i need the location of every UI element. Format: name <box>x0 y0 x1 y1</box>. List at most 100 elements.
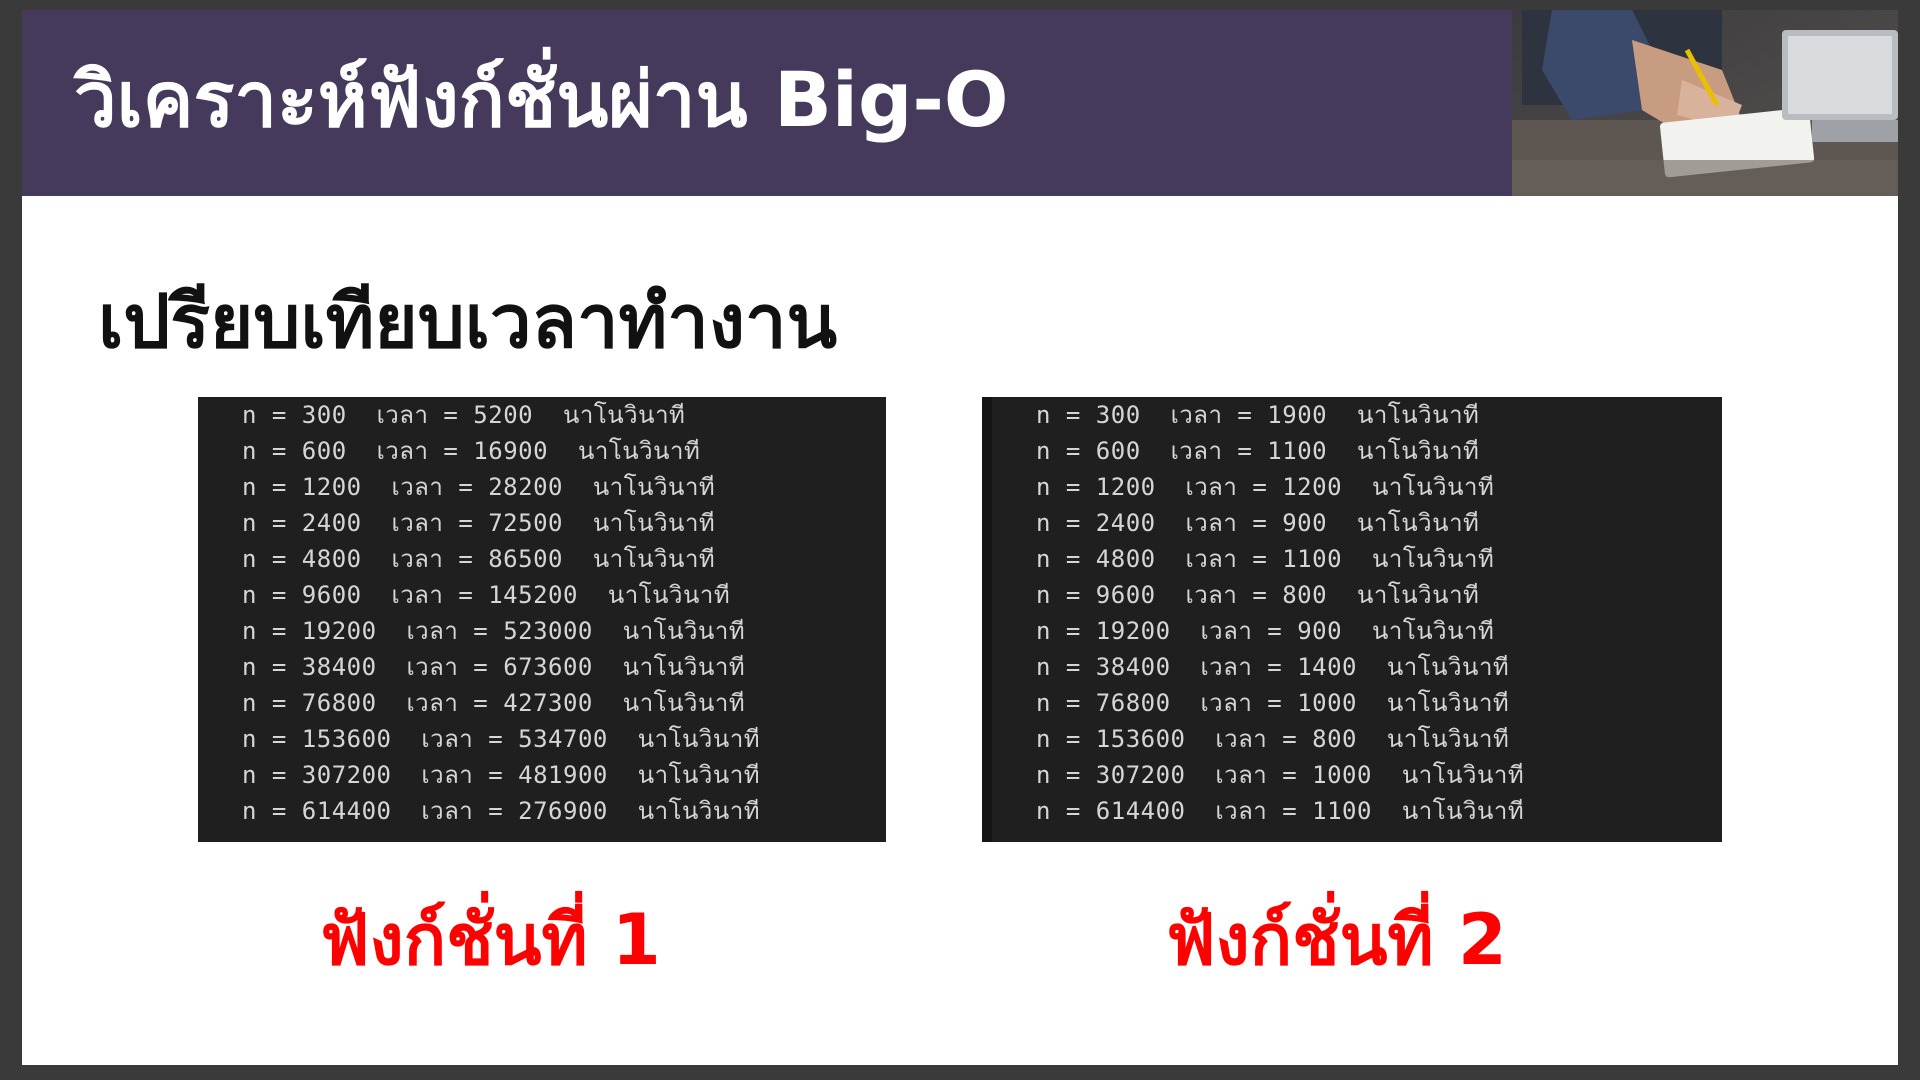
time-label: เวลา <box>376 401 429 429</box>
time-label: เวลา <box>1170 401 1223 429</box>
time-value: 1100 <box>1312 797 1372 825</box>
n-prefix: n = <box>1036 725 1096 753</box>
time-value: 1400 <box>1297 653 1357 681</box>
time-label: เวลา <box>1200 689 1253 717</box>
console-line: n = 614400 เวลา = 276900 นาโนวินาที <box>242 797 761 825</box>
n-value: 4800 <box>1095 545 1156 573</box>
n-value: 307200 <box>1095 761 1186 789</box>
console-line: n = 9600 เวลา = 800 นาโนวินาที <box>1036 581 1480 609</box>
n-value: 76800 <box>1095 689 1171 717</box>
n-prefix: n = <box>1036 581 1096 609</box>
time-unit: นาโนวินาที <box>1357 509 1480 537</box>
n-value: 76800 <box>301 689 377 717</box>
time-value: 900 <box>1297 617 1343 645</box>
time-value: 1100 <box>1282 545 1343 573</box>
time-unit: นาโนวินาที <box>592 473 716 501</box>
console-line: n = 600 เวลา = 16900 นาโนวินาที <box>242 437 701 465</box>
n-prefix: n = <box>242 437 302 465</box>
n-prefix: n = <box>242 617 302 645</box>
time-value: 86500 <box>488 545 563 573</box>
time-unit: นาโนวินาที <box>577 437 701 465</box>
n-prefix: n = <box>1036 797 1096 825</box>
time-value: 72500 <box>488 509 563 537</box>
time-value: 1000 <box>1312 761 1372 789</box>
time-unit: นาโนวินาที <box>1371 617 1495 645</box>
time-label: เวลา <box>406 689 459 717</box>
n-prefix: n = <box>242 509 302 537</box>
console-line: n = 4800 เวลา = 86500 นาโนวินาที <box>242 545 716 573</box>
n-value: 38400 <box>301 653 377 681</box>
time-unit: นาโนวินาที <box>592 509 716 537</box>
console-lines: n = 300 เวลา = 1900 นาโนวินาที n = 600 เว… <box>1036 397 1524 829</box>
n-value: 19200 <box>301 617 377 645</box>
time-unit: นาโนวินาที <box>1357 581 1480 609</box>
time-value: 800 <box>1312 725 1357 753</box>
console-line: n = 307200 เวลา = 481900 นาโนวินาที <box>242 761 761 789</box>
slide-subtitle: เปรียบเทียบเวลาทำงาน <box>98 279 838 365</box>
console-line: n = 19200 เวลา = 900 นาโนวินาที <box>1036 617 1495 645</box>
time-unit: นาโนวินาที <box>637 725 761 753</box>
time-unit: นาโนวินาที <box>1386 725 1510 753</box>
time-label: เวลา <box>1215 761 1268 789</box>
n-prefix: n = <box>1036 653 1096 681</box>
time-value: 427300 <box>503 689 593 717</box>
n-prefix: n = <box>242 581 302 609</box>
time-value: 523000 <box>503 617 593 645</box>
time-value: 534700 <box>518 725 608 753</box>
console-line: n = 38400 เวลา = 673600 นาโนวินาที <box>242 653 746 681</box>
n-value: 307200 <box>301 761 392 789</box>
time-label: เวลา <box>1215 797 1268 825</box>
time-label: เวลา <box>421 725 474 753</box>
time-unit: นาโนวินาที <box>637 761 761 789</box>
console-line: n = 4800 เวลา = 1100 นาโนวินาที <box>1036 545 1495 573</box>
time-label: เวลา <box>391 545 444 573</box>
time-unit: นาโนวินาที <box>622 617 746 645</box>
time-value: 1100 <box>1267 437 1328 465</box>
console-line: n = 153600 เวลา = 800 นาโนวินาที <box>1036 725 1510 753</box>
time-label: เวลา <box>406 617 459 645</box>
n-prefix: n = <box>1036 545 1096 573</box>
time-value: 900 <box>1282 509 1328 537</box>
n-prefix: n = <box>1036 401 1096 429</box>
console-line: n = 1200 เวลา = 1200 นาโนวินาที <box>1036 473 1495 501</box>
n-prefix: n = <box>242 473 302 501</box>
console-line: n = 38400 เวลา = 1400 นาโนวินาที <box>1036 653 1510 681</box>
time-value: 5200 <box>473 401 534 429</box>
time-value: 481900 <box>518 761 608 789</box>
n-prefix: n = <box>242 653 302 681</box>
time-label: เวลา <box>1185 509 1238 537</box>
console-line: n = 2400 เวลา = 72500 นาโนวินาที <box>242 509 716 537</box>
n-value: 9600 <box>301 581 362 609</box>
console-line: n = 153600 เวลา = 534700 นาโนวินาที <box>242 725 761 753</box>
time-label: เวลา <box>1200 617 1253 645</box>
console-line: n = 76800 เวลา = 1000 นาโนวินาที <box>1036 689 1510 717</box>
time-label: เวลา <box>421 797 474 825</box>
time-value: 145200 <box>488 581 578 609</box>
time-value: 28200 <box>488 473 563 501</box>
time-label: เวลา <box>391 473 444 501</box>
n-value: 1200 <box>301 473 362 501</box>
console-line: n = 2400 เวลา = 900 นาโนวินาที <box>1036 509 1480 537</box>
n-value: 153600 <box>301 725 392 753</box>
slide: วิเคราะห์ฟังก์ชั่นผ่าน Big-O เปรียบเทียบ… <box>22 10 1898 1065</box>
time-value: 16900 <box>473 437 549 465</box>
time-unit: นาโนวินาที <box>1401 797 1525 825</box>
time-unit: นาโนวินาที <box>607 581 731 609</box>
screen-frame: วิเคราะห์ฟังก์ชั่นผ่าน Big-O เปรียบเทียบ… <box>0 0 1920 1080</box>
time-value: 673600 <box>503 653 593 681</box>
time-label: เวลา <box>1185 545 1238 573</box>
time-unit: นาโนวินาที <box>637 797 761 825</box>
time-label: เวลา <box>376 437 429 465</box>
console-line: n = 614400 เวลา = 1100 นาโนวินาที <box>1036 797 1525 825</box>
n-prefix: n = <box>1036 509 1096 537</box>
n-prefix: n = <box>1036 761 1096 789</box>
console-line: n = 1200 เวลา = 28200 นาโนวินาที <box>242 473 716 501</box>
time-label: เวลา <box>1200 653 1253 681</box>
console-gutter <box>982 397 992 842</box>
time-label: เวลา <box>406 653 459 681</box>
time-unit: นาโนวินาที <box>622 689 746 717</box>
console-line: n = 76800 เวลา = 427300 นาโนวินาที <box>242 689 746 717</box>
time-label: เวลา <box>1185 581 1238 609</box>
console-line: n = 600 เวลา = 1100 นาโนวินาที <box>1036 437 1480 465</box>
n-value: 300 <box>301 401 347 429</box>
